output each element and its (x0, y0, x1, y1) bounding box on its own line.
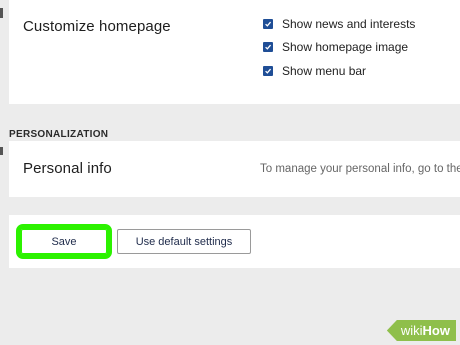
homepage-card: Customize homepage Show news and interes… (9, 0, 460, 104)
checkbox-label: Show homepage image (282, 40, 409, 54)
personal-info-card[interactable]: Personal info To manage your personal in… (9, 141, 460, 197)
checkbox-homepage-image[interactable]: Show homepage image (263, 40, 408, 54)
checkbox-checked-icon[interactable] (263, 66, 273, 76)
use-default-settings-button[interactable]: Use default settings (117, 229, 251, 254)
checkbox-checked-icon[interactable] (263, 42, 273, 52)
checkbox-checked-icon[interactable] (263, 19, 273, 29)
checkbox-label: Show menu bar (282, 64, 367, 78)
checkbox-menu-bar[interactable]: Show menu bar (263, 64, 366, 78)
personal-info-title: Personal info (23, 160, 112, 177)
settings-page: Customize homepage Show news and interes… (0, 0, 460, 345)
save-button[interactable]: Save (16, 224, 112, 259)
actions-card: Save Use default settings (9, 215, 460, 268)
personal-info-description: To manage your personal info, go to the (260, 163, 460, 175)
left-edge-mark (0, 147, 3, 155)
checkbox-news-interests[interactable]: Show news and interests (263, 17, 415, 31)
homepage-title: Customize homepage (23, 18, 171, 35)
section-heading-personalization: PERSONALIZATION (9, 129, 109, 140)
checkbox-label: Show news and interests (282, 17, 416, 31)
wikihow-watermark: wikiHow (386, 320, 456, 341)
left-edge-mark (0, 8, 3, 18)
wikihow-logo: wikiHow (386, 320, 456, 341)
